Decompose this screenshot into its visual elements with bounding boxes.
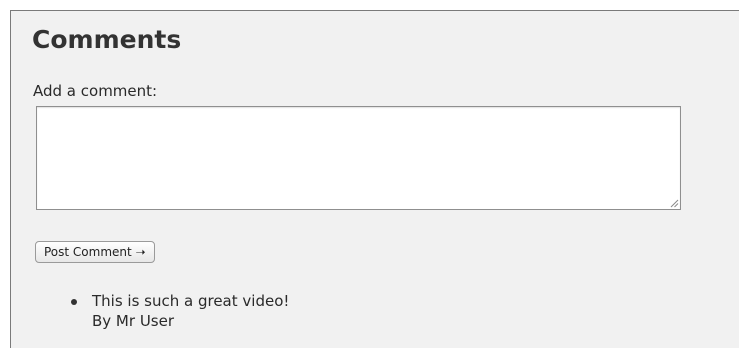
comment-text: This is such a great video! (92, 292, 290, 310)
comment-textarea[interactable] (36, 106, 681, 210)
bullet-icon (71, 299, 77, 305)
comments-title: Comments (32, 25, 182, 54)
comments-panel: Comments Add a comment: Post Comment ➝ T… (10, 10, 739, 348)
add-comment-label: Add a comment: (33, 82, 158, 100)
comment-item: This is such a great video! By Mr User (69, 291, 289, 331)
post-comment-button[interactable]: Post Comment ➝ (35, 241, 155, 263)
comment-list: This is such a great video! By Mr User (69, 291, 289, 331)
comment-author: By Mr User (92, 312, 175, 330)
